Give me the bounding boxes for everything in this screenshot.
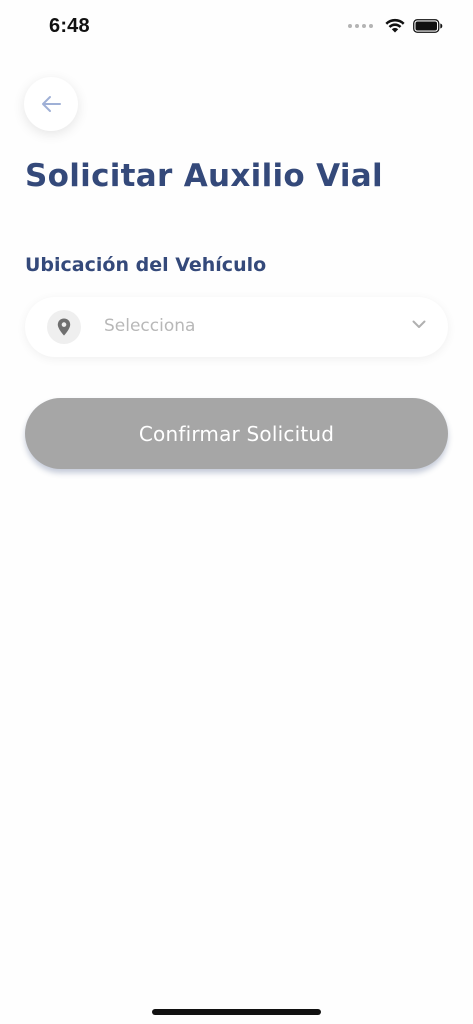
status-icons: [348, 18, 443, 33]
arrow-left-icon: [42, 96, 61, 112]
confirm-request-button[interactable]: Confirmar Solicitud: [25, 398, 448, 469]
back-button[interactable]: [24, 77, 78, 131]
chevron-down-icon: [412, 320, 426, 328]
status-bar: 6:48: [0, 0, 473, 54]
location-pin-icon: [57, 318, 71, 336]
status-time: 6:48: [49, 15, 90, 37]
location-select[interactable]: Selecciona: [25, 297, 448, 357]
confirm-request-label: Confirmar Solicitud: [138, 421, 335, 446]
battery-icon: [413, 18, 443, 33]
page-title: Solicitar Auxilio Vial: [25, 158, 383, 194]
location-pin-icon-wrapper: [47, 310, 81, 344]
wifi-icon: [385, 18, 405, 33]
screen: 6:48 Solicitar Auxilio Vial Ubicación de…: [0, 0, 473, 1024]
home-indicator[interactable]: [152, 1009, 321, 1015]
location-select-value: Selecciona: [104, 316, 196, 336]
signal-dots-icon: [348, 23, 373, 28]
location-label: Ubicación del Vehículo: [25, 254, 267, 276]
